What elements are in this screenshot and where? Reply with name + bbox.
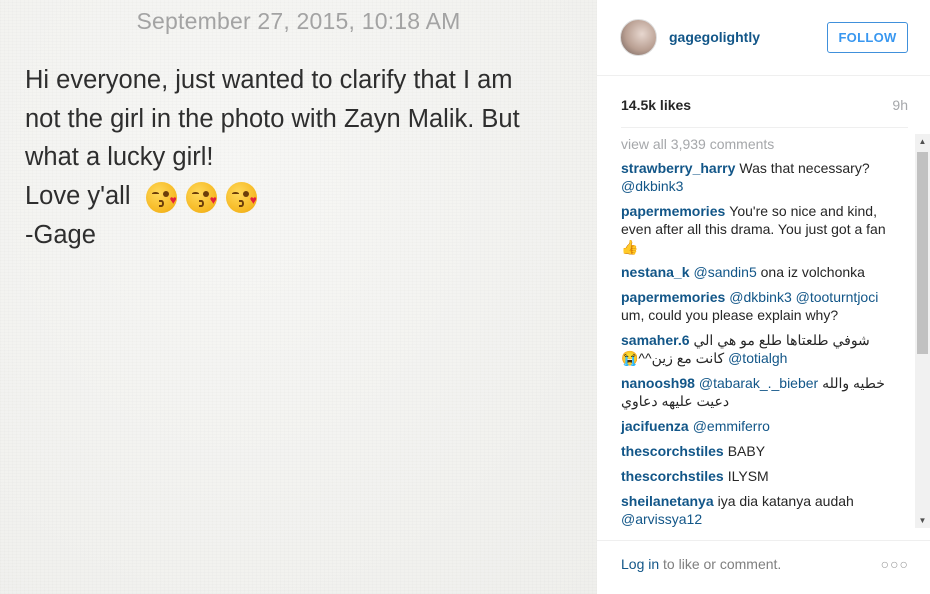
comment: strawberry_harry Was that necessary? @dkb…: [621, 159, 891, 195]
face-throwing-kiss-icon: ♥: [225, 182, 257, 214]
likes-count[interactable]: 14.5k likes: [621, 97, 691, 113]
comment-mention[interactable]: @dkbink3: [621, 178, 683, 194]
note-line-text: Love y'all: [25, 181, 131, 210]
note-line: not the girl in the photo with Zayn Mali…: [25, 104, 520, 133]
divider: [621, 127, 908, 128]
note-line: -Gage: [25, 221, 96, 250]
comment: papermemories You're so nice and kind, ev…: [621, 202, 891, 256]
note-line: what a lucky girl!: [25, 143, 214, 171]
comment-text: ona iz volchonka: [760, 264, 865, 280]
comment-username[interactable]: samaher.6: [621, 332, 690, 348]
comment-username[interactable]: strawberry_harry: [621, 160, 735, 176]
comment-mention[interactable]: @sandin5: [693, 264, 756, 280]
comment: thescorchstiles BABY: [621, 442, 891, 460]
post-photo: September 27, 2015, 10:18 AM Hi everyone…: [0, 0, 597, 594]
comment-mention[interactable]: @emmiferro: [693, 418, 770, 434]
comment-text: Was that necessary?: [739, 160, 870, 176]
login-prompt-text: to like or comment.: [659, 556, 782, 572]
post-footer: Log in to like or comment. ○○○: [597, 540, 930, 594]
comment-username[interactable]: nanoosh98: [621, 375, 695, 391]
comment-text: ILYSM: [727, 468, 769, 484]
comment-username[interactable]: papermemories: [621, 203, 725, 219]
comments-area: view all 3,939 comments strawberry_harry…: [597, 134, 930, 528]
scroll-down-arrow-icon[interactable]: ▼: [915, 513, 930, 528]
comment-mention[interactable]: @tabarak_._bieber: [699, 375, 818, 391]
comment-text: iya dia katanya audah: [717, 493, 854, 509]
note-line: Hi everyone, just wanted to clarify that…: [25, 66, 513, 94]
scrollbar-thumb[interactable]: [917, 152, 928, 354]
face-throwing-kiss-icon: ♥: [185, 182, 217, 214]
post-header: gagegolightly FOLLOW: [597, 0, 930, 76]
view-all-comments-link[interactable]: view all 3,939 comments: [621, 134, 891, 154]
comment: thescorchstiles ILYSM: [621, 467, 891, 485]
login-link[interactable]: Log in: [621, 556, 659, 572]
comment: samaher.6 شوفي طلعتاها طلع مو هي الي كانت…: [621, 331, 891, 367]
avatar[interactable]: [620, 19, 657, 56]
comment: papermemories @dkbink3 @tooturntjoci um, …: [621, 288, 891, 324]
post-sidebar: gagegolightly FOLLOW 14.5k likes 9h view…: [597, 0, 930, 594]
emoji-row: ♥ ♥ ♥: [145, 178, 259, 217]
comment: jacifuenza @emmiferro: [621, 417, 891, 435]
username-link[interactable]: gagegolightly: [669, 29, 760, 45]
comment-text: BABY: [727, 443, 766, 459]
scroll-up-arrow-icon[interactable]: ▲: [915, 134, 930, 149]
comment-username[interactable]: thescorchstiles: [621, 468, 724, 484]
comment-mention[interactable]: @arvissya12: [621, 511, 702, 527]
post-stats: 14.5k likes 9h: [621, 97, 908, 115]
more-options-icon[interactable]: ○○○: [881, 556, 909, 572]
comment-username[interactable]: jacifuenza: [621, 418, 689, 434]
comments-scrollbar[interactable]: ▲ ▼: [915, 134, 930, 528]
note-body: Hi everyone, just wanted to clarify that…: [25, 61, 585, 255]
comments-list: view all 3,939 comments strawberry_harry…: [621, 134, 891, 528]
comment: sheilanetanya iya dia katanya audah @arvi…: [621, 492, 891, 528]
comment-username[interactable]: sheilanetanya: [621, 493, 714, 509]
face-throwing-kiss-icon: ♥: [145, 182, 177, 214]
comment-text: um, could you please explain why?: [621, 307, 839, 323]
comment-mention[interactable]: @totialgh: [728, 350, 787, 366]
comment-username[interactable]: papermemories: [621, 289, 725, 305]
comment-mention[interactable]: @dkbink3 @tooturntjoci: [729, 289, 878, 305]
login-prompt: Log in to like or comment.: [621, 556, 781, 572]
comment: nestana_k @sandin5 ona iz volchonka: [621, 263, 891, 281]
comment: nanoosh98 @tabarak_._bieber خطيه والله دع…: [621, 374, 891, 410]
comment-username[interactable]: thescorchstiles: [621, 443, 724, 459]
note-date: September 27, 2015, 10:18 AM: [136, 8, 461, 34]
post-timestamp[interactable]: 9h: [892, 97, 908, 113]
follow-button[interactable]: FOLLOW: [827, 22, 908, 53]
note-line-with-emoji: Love y'all ♥ ♥ ♥: [25, 177, 585, 217]
comment-username[interactable]: nestana_k: [621, 264, 689, 280]
